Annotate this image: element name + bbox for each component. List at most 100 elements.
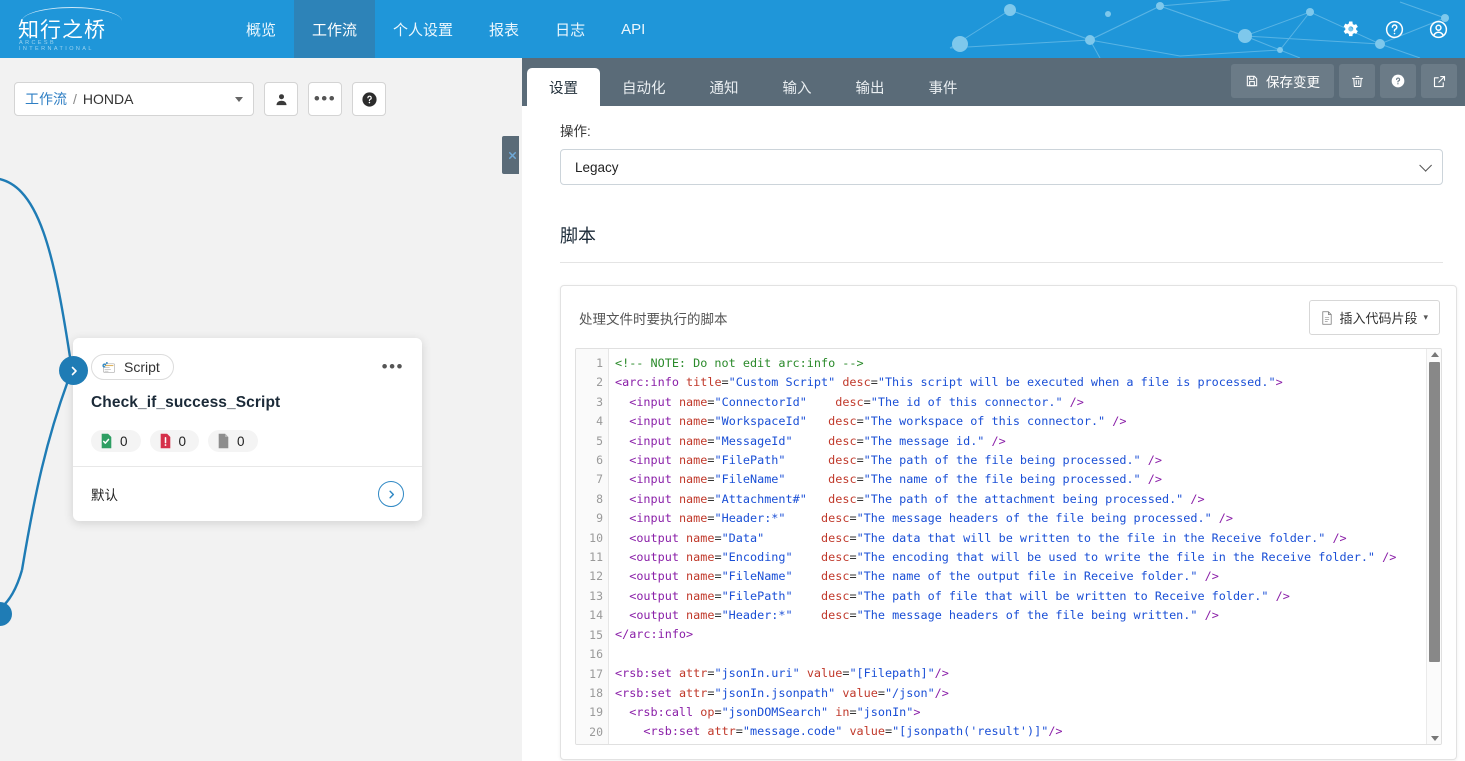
workflow-canvas[interactable]: 工作流 / HONDA ••• Script ••• Check_if_succ… [0, 58, 519, 761]
trash-icon [1351, 75, 1363, 87]
node-card-footer: 默认 [73, 466, 422, 521]
editor-vertical-scrollbar[interactable] [1426, 349, 1441, 744]
code-line: <output name="Data" desc="The data that … [629, 530, 1347, 545]
code-line: <input name="MessageId" desc="The messag… [629, 433, 1006, 448]
pending-count[interactable]: 0 [208, 430, 258, 452]
snippet-icon [1322, 310, 1333, 325]
file-success-icon [101, 433, 112, 449]
line-number: 5 [596, 433, 603, 448]
operation-value: Legacy [575, 159, 619, 175]
breadcrumb-selector[interactable]: 工作流 / HONDA [14, 82, 254, 116]
code-line: <input name="Header:*" desc="The message… [629, 511, 1234, 526]
success-count[interactable]: 0 [91, 430, 141, 452]
code-line: <rsb:set attr="jsonIn.uri" value="[Filep… [615, 666, 949, 681]
editor-code-area[interactable]: <!-- NOTE: Do not edit arc:info --> <arc:… [609, 349, 1441, 744]
user-button[interactable] [264, 82, 298, 116]
chevron-down-icon: ▾ [1423, 312, 1428, 322]
tab-automation[interactable]: 自动化 [600, 68, 688, 106]
line-number: 4 [596, 414, 603, 429]
tab-input[interactable]: 输入 [761, 68, 834, 106]
breadcrumb-current: HONDA [82, 91, 134, 107]
line-number: 3 [596, 394, 603, 409]
tab-events[interactable]: 事件 [907, 68, 980, 106]
breadcrumb-separator: / [73, 91, 77, 107]
scrollbar-thumb[interactable] [1429, 362, 1440, 662]
more-button[interactable]: ••• [308, 82, 342, 116]
nav-tab-reports[interactable]: 报表 [471, 0, 537, 58]
gear-icon[interactable] [1339, 18, 1361, 40]
line-number: 15 [589, 627, 603, 642]
help-icon [1391, 74, 1405, 88]
node-type-chip[interactable]: Script [91, 354, 174, 380]
panel-body: 操作: Legacy 脚本 处理文件时要执行的脚本 插入代码片段 ▾ 1 2 3… [522, 106, 1465, 761]
script-icon [102, 361, 115, 373]
code-editor[interactable]: 123456789101112131415161718192021 <!-- N… [575, 348, 1442, 745]
nav-tab-logs[interactable]: 日志 [537, 0, 603, 58]
error-count[interactable]: 0 [149, 430, 200, 452]
close-icon [508, 151, 516, 159]
tab-notification[interactable]: 通知 [688, 68, 761, 106]
line-number: 9 [596, 511, 603, 526]
nav-tab-overview[interactable]: 概览 [228, 0, 294, 58]
line-number: 19 [589, 705, 603, 720]
help-icon[interactable] [1383, 18, 1405, 40]
nav-tab-personal-settings[interactable]: 个人设置 [375, 0, 471, 58]
code-line: <output name="FileName" desc="The name o… [629, 569, 1219, 584]
line-number: 20 [589, 724, 603, 739]
node-next-button[interactable] [378, 481, 404, 507]
pending-count-value: 0 [237, 433, 245, 449]
network-decoration [949, 0, 1449, 58]
panel-collapse-handle[interactable] [502, 136, 519, 174]
node-entry-connector[interactable] [59, 356, 88, 385]
nav-tab-api[interactable]: API [603, 0, 663, 58]
node-type-label: Script [124, 359, 160, 375]
tab-output[interactable]: 输出 [834, 68, 907, 106]
file-plain-icon [218, 433, 229, 449]
script-section-heading: 脚本 [560, 222, 1443, 263]
canvas-help-button[interactable] [352, 82, 386, 116]
line-number: 10 [589, 530, 603, 545]
chevron-down-icon[interactable] [235, 96, 243, 102]
line-number: 11 [589, 550, 603, 565]
scroll-up-arrow-icon[interactable] [1431, 352, 1439, 357]
details-panel: 设置 自动化 通知 输入 输出 事件 保存变更 操作: Legacy 脚本 处理… [522, 58, 1465, 761]
code-line: <input name="WorkspaceId" desc="The work… [629, 414, 1127, 429]
insert-snippet-button[interactable]: 插入代码片段 ▾ [1309, 300, 1440, 335]
code-line: <rsb:call op="jsonDOMSearch" in="jsonIn"… [629, 705, 921, 720]
line-number: 18 [589, 685, 603, 700]
line-number: 17 [589, 666, 603, 681]
nav-tab-workflow[interactable]: 工作流 [294, 0, 376, 58]
code-line: <output name="Encoding" desc="The encodi… [629, 549, 1397, 564]
node-more-button[interactable]: ••• [382, 358, 404, 375]
line-number: 14 [589, 608, 603, 623]
app-logo[interactable]: 知行之桥 ARCESB INTERNATIONAL [18, 6, 126, 52]
open-external-button[interactable] [1421, 64, 1457, 98]
workflow-node-card[interactable]: Script ••• Check_if_success_Script 0 0 0… [73, 338, 422, 521]
tab-settings[interactable]: 设置 [527, 68, 600, 106]
scroll-down-arrow-icon[interactable] [1431, 736, 1439, 741]
code-line: <input name="FileName" desc="The name of… [629, 472, 1162, 487]
line-number: 12 [589, 569, 603, 584]
canvas-toolbar: 工作流 / HONDA ••• [14, 82, 386, 116]
account-icon[interactable] [1427, 18, 1449, 40]
breadcrumb-root[interactable]: 工作流 [25, 89, 67, 109]
save-button[interactable]: 保存变更 [1231, 64, 1334, 98]
success-count-value: 0 [120, 433, 128, 449]
line-number: 13 [589, 588, 603, 603]
code-line: <rsb:set attr="jsonIn.jsonpath" value="/… [615, 685, 949, 700]
code-line: <output name="Header:*" desc="The messag… [629, 608, 1219, 623]
panel-help-button[interactable] [1380, 64, 1416, 98]
code-line: <arc:info title="Custom Script" desc="Th… [615, 375, 1283, 390]
help-icon [361, 91, 377, 107]
line-number: 7 [596, 472, 603, 487]
error-count-value: 0 [178, 433, 187, 449]
delete-button[interactable] [1339, 64, 1375, 98]
operation-select[interactable]: Legacy [560, 149, 1443, 185]
code-line: <rsb:set attr="message.msg" value="[json… [615, 742, 1441, 745]
node-footer-label: 默认 [91, 488, 118, 503]
node-card-body: Script ••• Check_if_success_Script 0 0 0 [73, 338, 422, 466]
user-icon [276, 93, 286, 105]
line-number: 2 [596, 375, 603, 390]
line-number: 8 [596, 491, 603, 506]
